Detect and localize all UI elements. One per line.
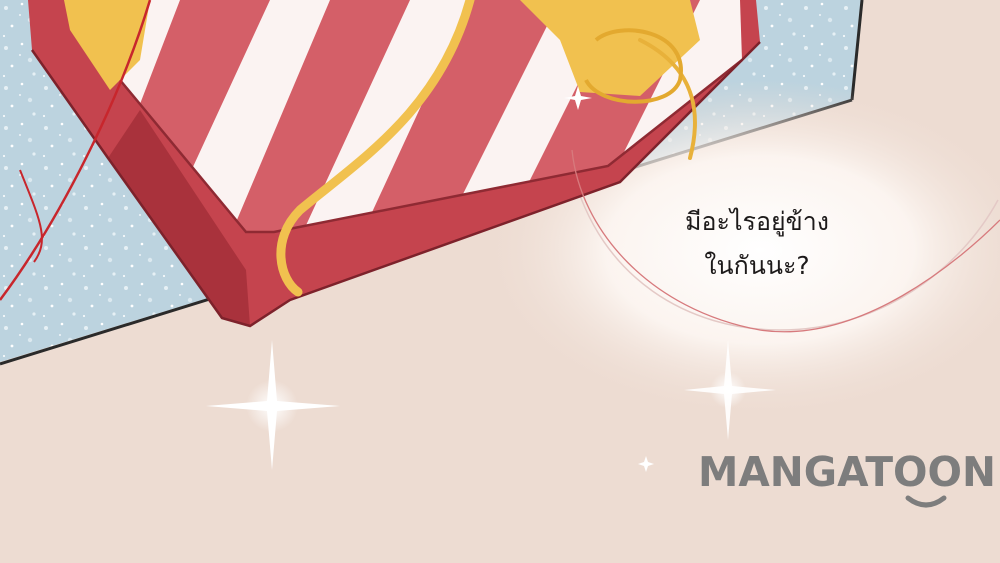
watermark-text: MANGATOON <box>698 448 996 496</box>
speech-bubble-text: มีอะไรอยู่ข้าง ในกันนะ? <box>596 200 918 288</box>
smile-icon <box>905 495 947 508</box>
mangatoon-logo: MANGATOON <box>698 448 996 508</box>
manga-panel: มีอะไรอยู่ข้าง ในกันนะ? MANGATOON <box>0 0 1000 563</box>
speech-line-2: ในกันนะ? <box>704 251 810 280</box>
speech-line-1: มีอะไรอยู่ข้าง <box>685 207 829 236</box>
sparkle-small <box>638 456 654 472</box>
sparkle-left <box>206 340 340 470</box>
